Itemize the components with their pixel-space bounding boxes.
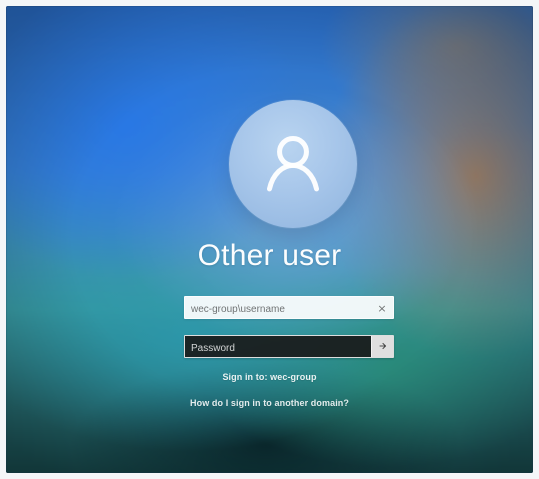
password-field[interactable] <box>184 335 394 359</box>
username-field[interactable]: × <box>184 296 394 320</box>
password-input[interactable] <box>185 338 393 359</box>
arrow-right-icon <box>377 337 389 356</box>
username-input[interactable] <box>185 299 393 320</box>
page-title: Other user <box>197 239 342 272</box>
user-avatar <box>229 100 357 228</box>
sign-in-panel: Other user × Sign in to: wec-group How d… <box>6 6 533 473</box>
sign-in-domain-text: Sign in to: wec-group <box>222 372 317 382</box>
lock-screen-photo: Other user × Sign in to: wec-group How d… <box>6 6 533 473</box>
close-icon[interactable]: × <box>375 301 389 315</box>
other-domain-link[interactable]: How do I sign in to another domain? <box>6 398 533 408</box>
user-icon <box>251 120 335 208</box>
submit-button[interactable] <box>371 336 393 357</box>
